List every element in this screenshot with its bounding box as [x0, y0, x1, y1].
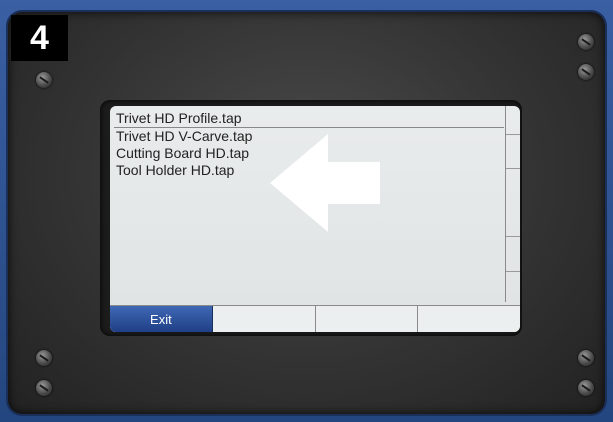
- softkey-3[interactable]: [316, 306, 419, 332]
- scrollbar-segment: [506, 134, 520, 135]
- screw-icon: [578, 350, 594, 366]
- screw-icon: [36, 380, 52, 396]
- screw-icon: [578, 64, 594, 80]
- step-badge: 4: [11, 15, 68, 61]
- file-item[interactable]: Trivet HD Profile.tap: [114, 110, 504, 128]
- scrollbar-segment: [506, 236, 520, 237]
- screw-icon: [36, 72, 52, 88]
- exit-button[interactable]: Exit: [110, 306, 213, 332]
- screw-icon: [578, 34, 594, 50]
- scrollbar-segment: [506, 271, 520, 272]
- left-arrow-icon: [270, 134, 380, 232]
- softkey-4[interactable]: [418, 306, 520, 332]
- display-screen: Trivet HD Profile.tap Trivet HD V-Carve.…: [110, 106, 520, 332]
- scrollbar[interactable]: [505, 106, 520, 302]
- softkey-2[interactable]: [213, 306, 316, 332]
- screw-icon: [36, 350, 52, 366]
- softkey-bar: Exit: [110, 305, 520, 332]
- scrollbar-segment: [506, 168, 520, 169]
- screw-icon: [578, 380, 594, 396]
